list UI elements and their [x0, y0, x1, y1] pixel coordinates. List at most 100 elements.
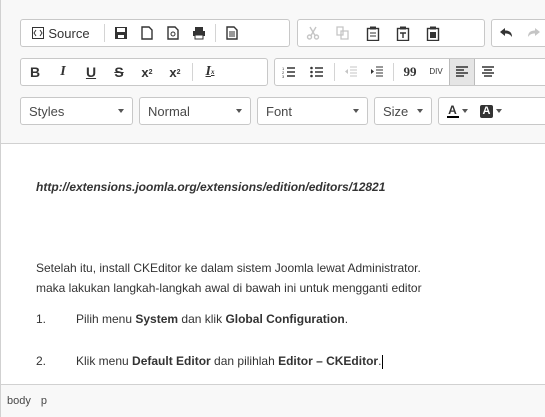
- save-button[interactable]: [108, 20, 134, 46]
- subscript-button[interactable]: x2: [133, 59, 161, 85]
- text-color-swatch: [446, 115, 459, 118]
- list-item-number: 2.: [36, 354, 47, 368]
- strike-button[interactable]: S: [105, 59, 133, 85]
- div-button[interactable]: DIV: [423, 59, 449, 85]
- separator: [393, 63, 394, 81]
- link-paragraph[interactable]: http://extensions.joomla.org/extensions/…: [36, 180, 385, 194]
- italic-label: I: [60, 64, 66, 79]
- paste-button[interactable]: [358, 20, 388, 46]
- superscript-sup: 2: [176, 68, 181, 76]
- blockquote-icon: 99: [403, 64, 417, 79]
- templates-icon: [226, 26, 238, 40]
- size-combo[interactable]: Size: [374, 97, 432, 125]
- newpage-button[interactable]: [134, 20, 160, 46]
- list-item-bold-2: Editor – CKEditor: [278, 354, 379, 368]
- outdent-button[interactable]: [338, 59, 364, 85]
- text-color-button[interactable]: A: [439, 98, 475, 124]
- separator: [104, 24, 105, 42]
- bg-color-label: A: [482, 105, 491, 117]
- paragraph-line-2[interactable]: maka lakukan langkah-langkah awal di baw…: [36, 281, 422, 295]
- paste-word-button[interactable]: [418, 20, 448, 46]
- div-icon: DIV: [429, 67, 443, 76]
- strike-label: S: [114, 64, 124, 80]
- separator: [215, 24, 216, 42]
- font-label: Font: [266, 103, 293, 119]
- removeformat-button[interactable]: Ix: [196, 59, 224, 85]
- superscript-button[interactable]: x2: [161, 59, 189, 85]
- italic-button[interactable]: I: [49, 59, 77, 85]
- source-icon: [32, 27, 45, 39]
- chevron-down-icon: [417, 109, 423, 113]
- chevron-down-icon: [118, 109, 124, 113]
- font-combo[interactable]: Font: [257, 97, 368, 125]
- superscript-label: x: [169, 64, 177, 80]
- list-item-number: 1.: [36, 312, 47, 326]
- paste-text-button[interactable]: [388, 20, 418, 46]
- undo-button[interactable]: [492, 20, 520, 46]
- styles-label: Styles: [29, 103, 65, 119]
- list-item[interactable]: 2. Klik menu Default Editor dan pilihlah …: [36, 354, 384, 369]
- redo-button[interactable]: [520, 20, 545, 46]
- align-left-button[interactable]: [449, 59, 475, 85]
- path-item-p[interactable]: p: [41, 395, 47, 407]
- chevron-down-icon: [236, 109, 242, 113]
- underline-label: U: [85, 64, 97, 80]
- numbered-list-button[interactable]: 123: [275, 59, 303, 85]
- bulleted-list-button[interactable]: [303, 59, 331, 85]
- indent-button[interactable]: [364, 59, 390, 85]
- redo-icon: [527, 27, 541, 39]
- chevron-down-icon: [353, 109, 359, 113]
- separator: [334, 63, 335, 81]
- chevron-down-icon: [496, 109, 502, 113]
- list-item-text-mid: dan klik: [178, 312, 226, 326]
- basicstyles-group: B I U S x2 x2 Ix: [20, 58, 268, 86]
- list-item[interactable]: 1. Pilih menu System dan klik Global Conf…: [36, 312, 348, 326]
- paste-word-icon: [426, 26, 440, 41]
- blockquote-button[interactable]: 99: [397, 59, 423, 85]
- paragraph-group: 123 99 DIV: [274, 58, 545, 86]
- separator: [192, 63, 193, 81]
- paragraph-line-1[interactable]: Setelah itu, install CKEditor ke dalam s…: [36, 261, 421, 275]
- format-label: Normal: [148, 103, 190, 119]
- newpage-icon: [141, 26, 153, 40]
- bold-button[interactable]: B: [21, 59, 49, 85]
- preview-button[interactable]: [160, 20, 186, 46]
- svg-text:3: 3: [282, 74, 285, 78]
- paste-icon: [366, 26, 380, 41]
- colors-group: A A: [438, 97, 545, 125]
- editor-toolbar: Source B I U S x 2 x 2 I x 1 2 3 99 DIV …: [1, 0, 545, 144]
- document-group: Source: [20, 19, 290, 47]
- link-text[interactable]: http://extensions.joomla.org/extensions/…: [36, 180, 385, 194]
- subscript-sub: 2: [148, 68, 153, 76]
- copy-button[interactable]: [328, 20, 358, 46]
- bg-color-icon: A: [480, 104, 493, 118]
- text-cursor: [382, 354, 384, 369]
- list-item-text-mid: dan pilihlah: [210, 354, 279, 368]
- bold-label: B: [29, 64, 41, 80]
- numbered-list-icon: 123: [282, 66, 296, 78]
- styles-combo[interactable]: Styles: [20, 97, 133, 125]
- copy-icon: [336, 26, 350, 40]
- size-label: Size: [383, 103, 409, 119]
- list-item-bold-2: Global Configuration: [225, 312, 345, 326]
- align-center-button[interactable]: [475, 59, 501, 85]
- clipboard-group: [297, 19, 485, 47]
- text-color-icon: A: [446, 104, 459, 118]
- cut-button[interactable]: [298, 20, 328, 46]
- cut-icon: [306, 26, 320, 40]
- underline-button[interactable]: U: [77, 59, 105, 85]
- list-item-text-post: .: [378, 354, 382, 368]
- list-item-bold-1: System: [135, 312, 179, 326]
- templates-button[interactable]: [219, 20, 245, 46]
- path-item-body[interactable]: body: [7, 395, 31, 407]
- print-icon: [192, 26, 206, 40]
- bg-color-button[interactable]: A: [475, 98, 507, 124]
- format-combo[interactable]: Normal: [139, 97, 251, 125]
- indent-icon: [370, 66, 384, 78]
- outdent-icon: [344, 66, 358, 78]
- save-icon: [114, 26, 128, 40]
- print-button[interactable]: [186, 20, 212, 46]
- editor-content[interactable]: http://extensions.joomla.org/extensions/…: [1, 144, 545, 384]
- undo-group: [491, 19, 545, 47]
- source-button[interactable]: Source: [21, 20, 101, 46]
